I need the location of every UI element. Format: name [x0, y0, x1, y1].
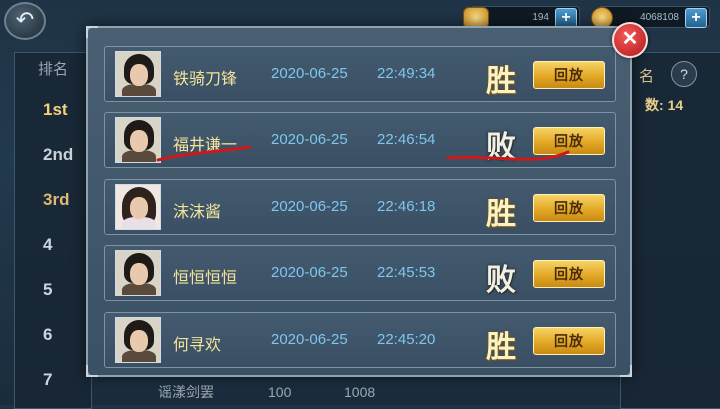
battle-time: 22:46:18	[377, 198, 436, 215]
battle-record-row: 铁骑刀锋 2020-06-25 22:49:34 胜 回放	[104, 46, 616, 102]
count-label: 数:	[645, 97, 664, 113]
info-header: 名	[639, 68, 655, 85]
bottom-ranking-row: 谣漾剑罢 100 1008	[100, 380, 610, 405]
ranking-panel: 排名 1st 2nd 3rd 4 5 6 7	[14, 52, 92, 409]
rank-item[interactable]: 4	[15, 222, 91, 267]
replay-button[interactable]: 回放	[533, 260, 605, 288]
close-icon: ✕	[621, 28, 639, 50]
battle-date: 2020-06-25	[271, 331, 348, 348]
dialog-corner-decoration	[86, 365, 98, 377]
add-gold-button[interactable]: +	[555, 8, 577, 28]
back-button[interactable]: ↶	[4, 2, 46, 40]
battle-date: 2020-06-25	[271, 131, 348, 148]
battle-time: 22:49:34	[377, 65, 436, 82]
battle-time: 22:45:20	[377, 331, 436, 348]
coin-amount: 4068108	[640, 12, 679, 23]
battle-record-row: 何寻欢 2020-06-25 22:45:20 胜 回放	[104, 312, 616, 368]
back-arrow-icon: ↶	[15, 7, 35, 32]
opponent-name: 铁骑刀锋	[173, 71, 238, 88]
add-coin-button[interactable]: +	[685, 8, 707, 28]
battle-time: 22:46:54	[377, 131, 436, 148]
bottom-row-value: 100	[268, 384, 292, 400]
replay-button[interactable]: 回放	[533, 127, 605, 155]
opponent-avatar	[115, 51, 161, 97]
opponent-avatar	[115, 317, 161, 363]
coin-currency-bar: 4068108 +	[591, 6, 710, 29]
dialog-corner-decoration	[86, 26, 98, 38]
opponent-name: 恒恒恒恒	[173, 270, 238, 287]
rank-item[interactable]: 1st	[15, 87, 91, 132]
battle-record-row: 恒恒恒恒 2020-06-25 22:45:53 败 回放	[104, 245, 616, 301]
battle-date: 2020-06-25	[271, 198, 348, 215]
replay-button[interactable]: 回放	[533, 194, 605, 222]
opponent-avatar	[115, 250, 161, 296]
replay-button[interactable]: 回放	[533, 327, 605, 355]
bottom-row-name: 谣漾剑罢	[158, 384, 214, 400]
opponent-avatar	[115, 117, 161, 163]
ranking-header: 排名	[37, 61, 68, 78]
rank-item[interactable]: 2nd	[15, 132, 91, 177]
rank-item[interactable]: 5	[15, 267, 91, 312]
count-value: 14	[667, 97, 684, 113]
rank-item[interactable]: 3rd	[15, 177, 91, 222]
count-display: 数: 14	[645, 95, 683, 115]
opponent-name: 沫沫酱	[173, 204, 222, 221]
battle-result: 败	[486, 130, 516, 165]
gold-currency-bar: 194 +	[463, 6, 580, 29]
battle-result: 胜	[486, 330, 516, 365]
battle-date: 2020-06-25	[271, 264, 348, 281]
battle-time: 22:45:53	[377, 264, 436, 281]
rank-item[interactable]: 6	[15, 312, 91, 357]
dialog-corner-decoration	[620, 365, 632, 377]
battle-date: 2020-06-25	[271, 65, 348, 82]
battle-result: 败	[486, 263, 516, 298]
info-panel: 名 ? 数: 14	[620, 52, 720, 409]
opponent-name: 福井谦一	[173, 137, 238, 154]
battle-result: 胜	[486, 197, 516, 232]
gold-amount: 194	[532, 12, 549, 23]
rank-item[interactable]: 7	[15, 357, 91, 402]
opponent-name: 何寻欢	[173, 337, 222, 354]
help-button[interactable]: ?	[671, 61, 697, 87]
bottom-row-value: 1008	[344, 384, 376, 400]
battle-record-row: 福井谦一 2020-06-25 22:46:54 败 回放	[104, 112, 616, 168]
battle-record-row: 沫沫酱 2020-06-25 22:46:18 胜 回放	[104, 179, 616, 235]
opponent-avatar	[115, 184, 161, 230]
replay-button[interactable]: 回放	[533, 61, 605, 89]
battle-result: 胜	[486, 64, 516, 99]
close-button[interactable]: ✕	[612, 22, 648, 58]
